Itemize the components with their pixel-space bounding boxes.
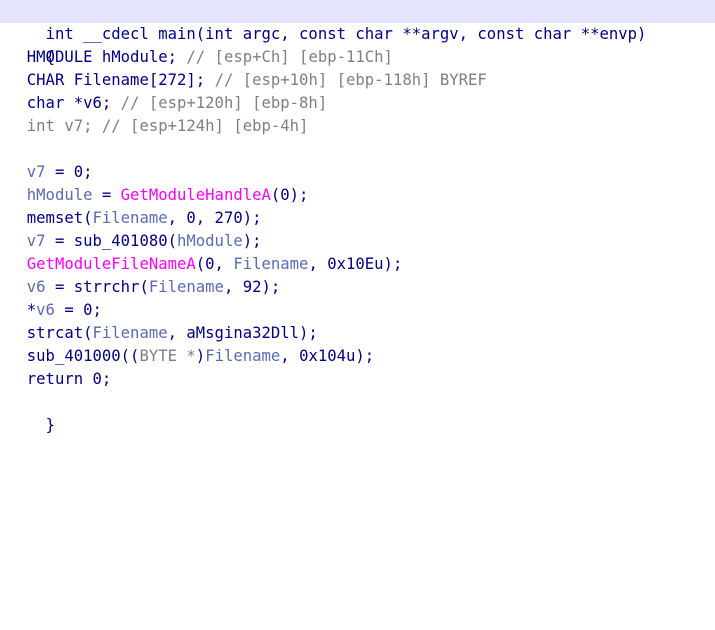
declaration-comment: // [esp+120h] [ebp-8h]: [120, 94, 328, 112]
statement-text: , 0x104u);: [280, 347, 375, 365]
function-signature-line[interactable]: int __cdecl main(int argc, const char **…: [0, 0, 715, 43]
statement-line[interactable]: v7 = sub_401080(hModule);: [8, 230, 262, 253]
declaration-line[interactable]: char *v6; // [esp+120h] [ebp-8h]: [8, 92, 327, 115]
statement-line[interactable]: v6 = strrchr(Filename, 92);: [8, 276, 281, 299]
statement-line[interactable]: hModule = GetModuleHandleA(0);: [8, 184, 309, 207]
statement-text: ): [195, 347, 206, 365]
statement-text: (0);: [270, 186, 309, 204]
open-brace-line[interactable]: {: [8, 23, 55, 66]
statement-text: );: [242, 232, 262, 250]
declaration-hmodule[interactable]: HMODULE hModule;: [27, 48, 177, 66]
local-var-hmodule[interactable]: hModule: [27, 186, 93, 204]
declaration-filename[interactable]: CHAR Filename[272];: [27, 71, 205, 89]
statement-text: = 0;: [45, 163, 93, 181]
statement-text: = 0;: [54, 301, 102, 319]
statement-line[interactable]: memset(Filename, 0, 270);: [8, 207, 262, 230]
declaration-v6[interactable]: char *v6;: [27, 94, 112, 112]
statement-line[interactable]: return 0;: [8, 368, 112, 391]
statement-line[interactable]: v7 = 0;: [8, 161, 93, 184]
statement-text: , 92);: [223, 278, 281, 296]
type-cast: BYTE *: [139, 347, 196, 365]
declaration-v7[interactable]: int v7;: [27, 117, 93, 135]
function-call-strrchr[interactable]: = strrchr(: [46, 278, 149, 296]
declaration-comment: // [esp+10h] [ebp-118h] BYREF: [214, 71, 487, 89]
statement-line[interactable]: strcat(Filename, aMsgina32Dll);: [8, 322, 318, 345]
return-statement[interactable]: return 0;: [27, 370, 112, 388]
pseudocode-view[interactable]: int __cdecl main(int argc, const char **…: [0, 0, 715, 434]
local-var-filename[interactable]: Filename: [233, 255, 308, 273]
local-var-filename[interactable]: Filename: [93, 209, 168, 227]
statement-line[interactable]: sub_401000((BYTE *)Filename, 0x104u);: [8, 345, 374, 368]
declaration-line[interactable]: HMODULE hModule; // [esp+Ch] [ebp-11Ch]: [8, 46, 393, 69]
declaration-comment: // [esp+Ch] [ebp-11Ch]: [186, 48, 393, 66]
statement-line[interactable]: GetModuleFileNameA(0, Filename, 0x10Eu);: [8, 253, 403, 276]
close-brace: }: [45, 416, 55, 434]
function-signature[interactable]: int __cdecl main(int argc, const char **…: [46, 25, 647, 43]
function-call-sub-401080[interactable]: = sub_401080(: [46, 232, 177, 250]
statement-text: =: [92, 186, 121, 204]
local-var-filename[interactable]: Filename: [149, 278, 224, 296]
statement-text: , 0, 270);: [167, 209, 262, 227]
local-var-filename[interactable]: Filename: [93, 324, 168, 342]
declaration-comment: // [esp+124h] [ebp-4h]: [101, 117, 309, 135]
statement-text: , aMsgina32Dll);: [167, 324, 318, 342]
local-var-v6[interactable]: v6: [36, 301, 55, 319]
statement-line[interactable]: *v6 = 0;: [8, 299, 102, 322]
statement-text: (0,: [195, 255, 234, 273]
close-brace-line[interactable]: }: [8, 391, 55, 434]
declaration-line[interactable]: CHAR Filename[272]; // [esp+10h] [ebp-11…: [8, 69, 487, 92]
local-var-hmodule[interactable]: hModule: [177, 232, 243, 250]
statement-text: , 0x10Eu);: [308, 255, 403, 273]
import-call-getmodulehandlea[interactable]: GetModuleHandleA: [121, 186, 271, 204]
function-call-memset[interactable]: memset(: [27, 209, 93, 227]
function-call-strcat[interactable]: strcat(: [27, 324, 93, 342]
local-var-v7[interactable]: v7: [27, 232, 46, 250]
function-call-sub-401000[interactable]: sub_401000((: [27, 347, 140, 365]
local-var-v7[interactable]: v7: [27, 163, 46, 181]
local-var-v6[interactable]: v6: [27, 278, 46, 296]
declaration-line[interactable]: int v7; // [esp+124h] [ebp-4h]: [8, 115, 309, 138]
dereference-operator: *: [26, 301, 37, 319]
local-var-filename[interactable]: Filename: [205, 347, 280, 365]
import-call-getmodulefilenamea[interactable]: GetModuleFileNameA: [27, 255, 196, 273]
